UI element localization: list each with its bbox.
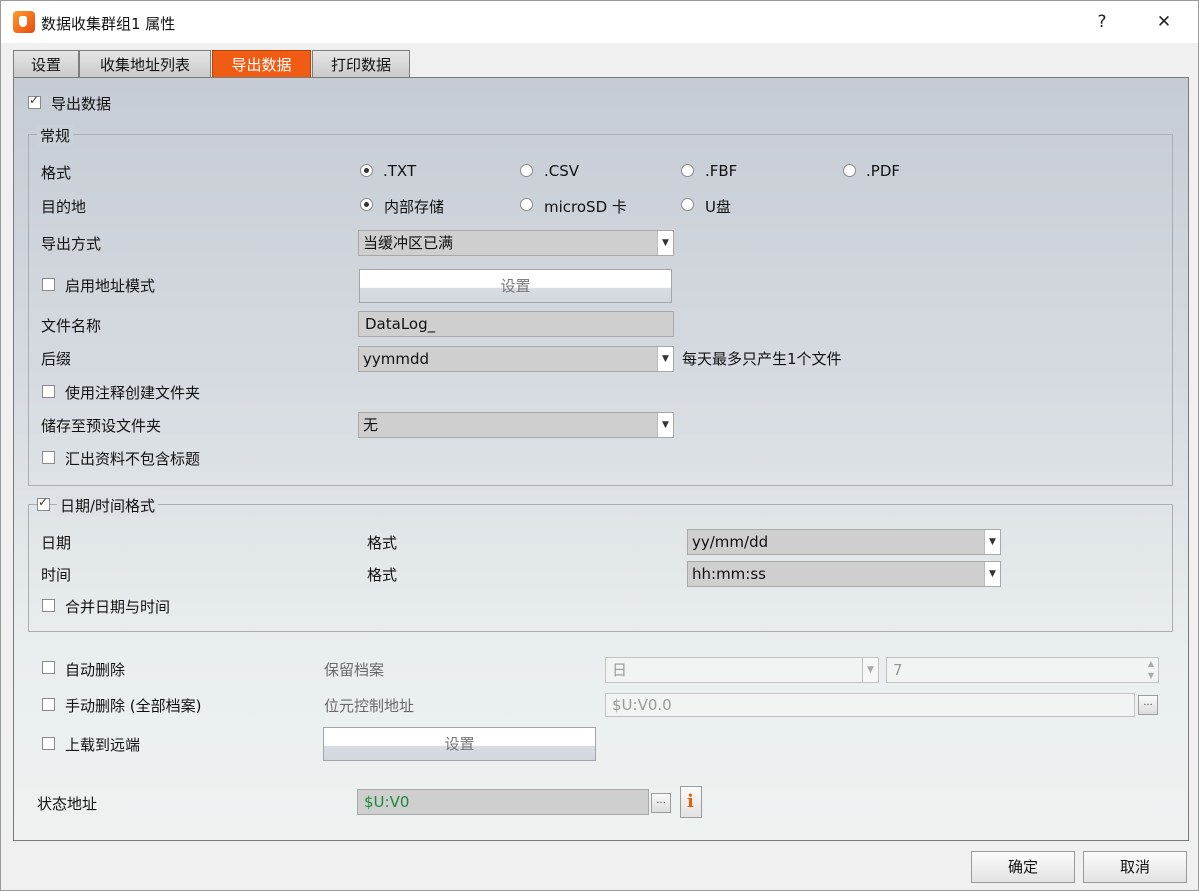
preset-folder-label: 储存至预设文件夹 [41,417,162,435]
merge-datetime-label: 合并日期与时间 [65,598,171,616]
dest-internal-label: 内部存储 [384,198,445,216]
manual-delete-checkbox[interactable] [42,698,55,711]
format-csv-radio[interactable] [520,164,533,177]
keep-count-value: 7 [893,661,903,679]
format-fbf-label: .FBF [705,162,738,180]
app-icon [13,11,35,33]
format-csv-label: .CSV [544,162,580,180]
close-button[interactable]: ✕ [1149,9,1179,35]
suffix-label: 后缀 [41,350,72,368]
tab-print-data[interactable]: 打印数据 [312,50,410,78]
filename-input[interactable]: DataLog_ [358,311,674,337]
time-label: 时间 [41,566,72,584]
export-data-checkbox[interactable] [28,93,41,109]
destination-label: 目的地 [41,198,87,216]
keep-unit-select[interactable]: 日 ▼ [605,657,879,683]
chevron-down-icon: ▼ [657,231,673,255]
suffix-value: yymmdd [363,350,430,368]
tab-export-data[interactable]: 导出数据 [212,50,311,78]
tab-settings[interactable]: 设置 [13,50,79,78]
format-txt-radio[interactable] [360,164,373,177]
comment-folder-checkbox[interactable] [42,385,55,398]
preset-folder-select[interactable]: 无 ▼ [358,412,674,438]
dest-microsd-label: microSD 卡 [544,198,627,216]
chevron-down-icon: ▼ [984,530,1000,554]
bit-address-browse-button[interactable]: ... [1138,695,1158,715]
date-format-value: yy/mm/dd [692,533,769,551]
no-header-label: 汇出资料不包含标题 [65,450,201,468]
time-format-select[interactable]: hh:mm:ss ▼ [687,561,1001,587]
export-mode-select[interactable]: 当缓冲区已满 ▼ [358,230,674,256]
cancel-button[interactable]: 取消 [1083,851,1187,883]
keep-count-spinner[interactable]: 7 ▲ ▼ [886,657,1159,683]
merge-datetime-checkbox[interactable] [42,599,55,612]
chevron-down-icon: ▼ [657,413,673,437]
manual-delete-label: 手动删除 (全部档案) [65,697,202,715]
dest-microsd-radio[interactable] [520,198,533,211]
address-settings-button[interactable]: 设置 [359,269,672,303]
auto-delete-checkbox[interactable] [42,661,55,674]
comment-folder-label: 使用注释创建文件夹 [65,384,201,402]
status-address-browse-button[interactable]: ... [651,793,671,813]
info-button[interactable]: i [680,786,702,818]
window-title: 数据收集群组1 属性 [41,15,176,33]
dest-usb-radio[interactable] [681,198,694,211]
title-bar: 数据收集群组1 属性 ? ✕ [1,1,1198,43]
datetime-group [28,504,1173,632]
preset-folder-value: 无 [363,416,379,434]
export-data-label: 导出数据 [51,95,112,113]
spinner-arrows-icon: ▲ ▼ [1147,659,1154,680]
export-mode-label: 导出方式 [41,235,102,253]
filename-label: 文件名称 [41,317,102,335]
upload-settings-button[interactable]: 设置 [323,727,596,761]
datetime-legend: 日期/时间格式 [57,495,159,516]
address-mode-label: 启用地址模式 [65,277,156,295]
no-header-checkbox[interactable] [42,451,55,464]
general-legend: 常规 [37,125,74,146]
chevron-down-icon: ▼ [984,562,1000,586]
upload-checkbox[interactable] [42,737,55,750]
chevron-down-icon: ▼ [862,658,878,682]
format-label: 格式 [41,164,72,182]
date-format-select[interactable]: yy/mm/dd ▼ [687,529,1001,555]
status-address-input[interactable]: $U:V0 [357,789,649,815]
dest-usb-label: U盘 [705,198,731,216]
chevron-down-icon: ▼ [657,347,673,371]
keep-unit-value: 日 [612,661,628,679]
format-pdf-radio[interactable] [843,164,856,177]
tab-address-list[interactable]: 收集地址列表 [79,50,211,78]
properties-dialog: 数据收集群组1 属性 ? ✕ 设置 收集地址列表 导出数据 打印数据 导出数据 … [0,0,1199,891]
format-fbf-radio[interactable] [681,164,694,177]
status-address-label: 状态地址 [37,795,98,813]
suffix-note: 每天最多只产生1个文件 [682,350,842,368]
help-button[interactable]: ? [1087,9,1117,35]
dest-internal-radio[interactable] [360,198,373,211]
bit-address-label: 位元控制地址 [324,697,415,715]
bit-address-input[interactable]: $U:V0.0 [605,693,1135,717]
info-icon: i [687,791,694,812]
address-mode-checkbox[interactable] [42,278,55,291]
time-format-label: 格式 [367,566,398,584]
format-pdf-label: .PDF [866,162,900,180]
time-format-value: hh:mm:ss [692,565,766,583]
auto-delete-label: 自动删除 [65,661,126,679]
ok-button[interactable]: 确定 [971,851,1075,883]
datetime-checkbox[interactable] [37,495,50,511]
upload-label: 上载到远端 [65,736,141,754]
keep-files-label: 保留档案 [324,661,385,679]
date-label: 日期 [41,534,72,552]
export-mode-value: 当缓冲区已满 [363,234,454,252]
format-txt-label: .TXT [383,162,417,180]
date-format-label: 格式 [367,534,398,552]
suffix-select[interactable]: yymmdd ▼ [358,346,674,372]
